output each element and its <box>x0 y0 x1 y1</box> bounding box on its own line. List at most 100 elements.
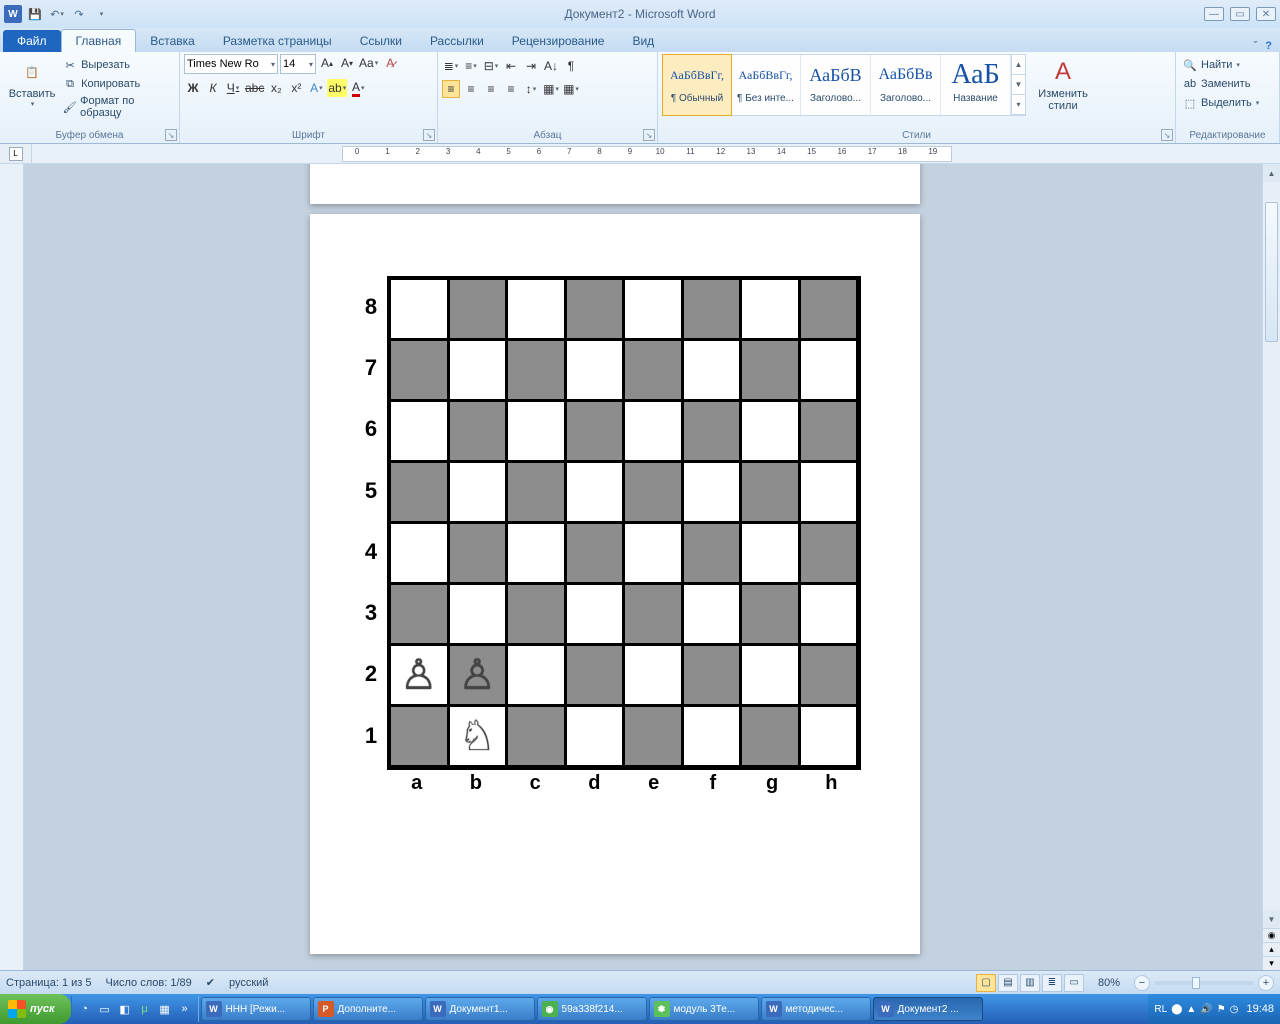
styles-dialog-launcher[interactable]: ↘ <box>1161 129 1173 141</box>
outline-view[interactable]: ≣ <box>1042 974 1062 992</box>
grow-font-button[interactable]: A▴ <box>318 54 336 72</box>
cut-button[interactable]: ✂Вырезать <box>60 56 175 74</box>
font-dialog-launcher[interactable]: ↘ <box>423 129 435 141</box>
numbering-button[interactable]: ≡▾ <box>462 57 480 75</box>
ql-icon[interactable]: ▭ <box>96 998 114 1020</box>
tray-icon[interactable]: ▲ <box>1186 1004 1196 1015</box>
taskbar-task[interactable]: PДополните... <box>313 997 423 1021</box>
font-color-button[interactable]: A▾ <box>349 79 367 97</box>
web-layout-view[interactable]: ▥ <box>1020 974 1040 992</box>
status-words[interactable]: Число слов: 1/89 <box>106 977 192 989</box>
highlight-button[interactable]: ab▾ <box>327 79 347 97</box>
taskbar-task[interactable]: WДокумент2 ... <box>873 997 983 1021</box>
ql-icon[interactable]: ◧ <box>116 998 134 1020</box>
replace-button[interactable]: abЗаменить <box>1180 75 1261 93</box>
bullets-button[interactable]: ≣▾ <box>442 57 460 75</box>
tab-references[interactable]: Ссылки <box>346 30 416 52</box>
align-right-button[interactable]: ≡ <box>482 80 500 98</box>
scroll-down-button[interactable]: ▼ <box>1263 910 1280 928</box>
select-button[interactable]: ⬚Выделить▾ <box>1180 94 1261 112</box>
paste-button[interactable]: 📋 Вставить ▾ <box>4 54 60 110</box>
style-item[interactable]: АаБбВвГг,¶ Обычный <box>662 54 732 116</box>
copy-button[interactable]: ⧉Копировать <box>60 75 175 93</box>
tray-icon[interactable]: ⚑ <box>1217 1004 1226 1015</box>
minimize-ribbon-icon[interactable]: ˇ <box>1254 40 1258 52</box>
bold-button[interactable]: Ж <box>184 79 202 97</box>
style-item[interactable]: АаБбВвГг,¶ Без инте... <box>731 55 801 115</box>
close-button[interactable]: ✕ <box>1256 7 1276 21</box>
tab-mailings[interactable]: Рассылки <box>416 30 498 52</box>
line-spacing-button[interactable]: ↕▾ <box>522 80 540 98</box>
zoom-out-button[interactable]: − <box>1134 975 1150 991</box>
strikethrough-button[interactable]: abc <box>244 79 265 97</box>
scroll-up-button[interactable]: ▲ <box>1263 164 1280 182</box>
subscript-button[interactable]: x₂ <box>267 79 285 97</box>
document-page[interactable]: 87654321 ♙♙♘ abcdefgh <box>310 214 920 954</box>
ql-icon[interactable]: μ <box>136 998 154 1020</box>
tab-insert[interactable]: Вставка <box>136 30 209 52</box>
tray-clock[interactable]: 19:48 <box>1246 1003 1274 1015</box>
clear-formatting-button[interactable]: A̷ <box>381 54 399 72</box>
ql-icon[interactable]: » <box>176 998 194 1020</box>
tray-icon[interactable]: 🔊 <box>1200 1004 1212 1015</box>
font-size-combo[interactable]: 14▾ <box>280 54 316 74</box>
tray-icon[interactable]: ◷ <box>1230 1004 1239 1015</box>
italic-button[interactable]: К <box>204 79 222 97</box>
zoom-level[interactable]: 80% <box>1098 977 1120 989</box>
status-page[interactable]: Страница: 1 из 5 <box>6 977 92 989</box>
taskbar-task[interactable]: WННН [Режи... <box>201 997 311 1021</box>
qat-customize-icon[interactable]: ▾ <box>92 5 110 23</box>
zoom-in-button[interactable]: + <box>1258 975 1274 991</box>
tab-layout[interactable]: Разметка страницы <box>209 30 346 52</box>
justify-button[interactable]: ≡ <box>502 80 520 98</box>
browse-object-button[interactable]: ▴ <box>1263 942 1280 956</box>
proofing-icon[interactable]: ✔ <box>206 976 215 989</box>
undo-icon[interactable]: ↶▾ <box>48 5 66 23</box>
help-icon[interactable]: ? <box>1265 40 1272 52</box>
restore-button[interactable]: ▭ <box>1230 7 1250 21</box>
styles-more[interactable]: ▾ <box>1012 95 1025 115</box>
format-painter-button[interactable]: 🖌Формат по образцу <box>60 94 175 120</box>
ql-icon[interactable]: ▦ <box>156 998 174 1020</box>
tray-icon[interactable]: ⬤ <box>1171 1004 1182 1015</box>
style-item[interactable]: АаБНазвание <box>941 55 1011 115</box>
styles-up[interactable]: ▲ <box>1012 55 1025 75</box>
clipboard-dialog-launcher[interactable]: ↘ <box>165 129 177 141</box>
shrink-font-button[interactable]: A▾ <box>338 54 356 72</box>
paragraph-dialog-launcher[interactable]: ↘ <box>643 129 655 141</box>
minimize-button[interactable]: — <box>1204 7 1224 21</box>
taskbar-task[interactable]: ❃модуль 3Те... <box>649 997 759 1021</box>
borders-button[interactable]: ▦▾ <box>562 80 580 98</box>
styles-gallery[interactable]: АаБбВвГг,¶ ОбычныйАаБбВвГг,¶ Без инте...… <box>662 54 1026 116</box>
font-name-combo[interactable]: Times New Ro▾ <box>184 54 278 74</box>
scroll-thumb[interactable] <box>1265 202 1278 342</box>
next-page-button[interactable]: ▾ <box>1263 956 1280 970</box>
align-left-button[interactable]: ≡ <box>442 80 460 98</box>
align-center-button[interactable]: ≡ <box>462 80 480 98</box>
scroll-track[interactable] <box>1263 182 1280 910</box>
tab-view[interactable]: Вид <box>618 30 668 52</box>
zoom-thumb[interactable] <box>1192 977 1200 989</box>
tab-home[interactable]: Главная <box>61 29 137 52</box>
multilevel-button[interactable]: ⊟▾ <box>482 57 500 75</box>
vertical-scrollbar[interactable]: ▲ ▼ ◉ ▴ ▾ <box>1262 164 1280 970</box>
zoom-slider[interactable]: − + <box>1134 975 1274 991</box>
change-case-button[interactable]: Aa▾ <box>358 54 379 72</box>
taskbar-task[interactable]: WДокумент1... <box>425 997 535 1021</box>
taskbar-task[interactable]: Wметодичес... <box>761 997 871 1021</box>
fullscreen-view[interactable]: ▤ <box>998 974 1018 992</box>
prev-page-button[interactable]: ◉ <box>1263 928 1280 942</box>
shading-button[interactable]: ▦▾ <box>542 80 560 98</box>
tray-lang[interactable]: RL <box>1154 1004 1167 1015</box>
underline-button[interactable]: Ч▾ <box>224 79 242 97</box>
style-item[interactable]: АаБбВвЗаголово... <box>871 55 941 115</box>
styles-down[interactable]: ▼ <box>1012 75 1025 95</box>
text-effects-button[interactable]: A▾ <box>307 79 325 97</box>
horizontal-ruler[interactable]: 012345678910111213141516171819 <box>32 144 1280 163</box>
ql-icon[interactable]: ◔ <box>76 998 94 1020</box>
superscript-button[interactable]: x² <box>287 79 305 97</box>
status-language[interactable]: русский <box>229 977 268 989</box>
start-button[interactable]: пуск <box>0 994 71 1024</box>
ruler-corner[interactable]: L <box>0 144 32 163</box>
save-icon[interactable]: 💾 <box>26 5 44 23</box>
